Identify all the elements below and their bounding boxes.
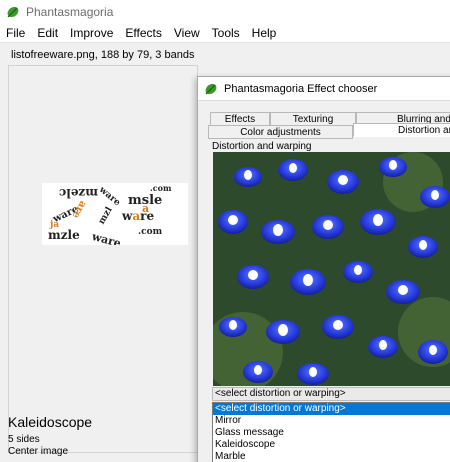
svg-text:.com: .com — [138, 227, 163, 237]
svg-text:.com: .com — [150, 183, 172, 193]
svg-text:a: a — [142, 202, 149, 215]
svg-text:ware: ware — [121, 209, 154, 223]
menu-bar: File Edit Improve Effects View Tools Hel… — [0, 24, 450, 42]
effect-param-center: Center image — [8, 446, 69, 457]
menu-view[interactable]: View — [168, 26, 206, 40]
effect-param-sides: 5 sides — [8, 434, 40, 445]
tab-texturing[interactable]: Texturing — [270, 112, 356, 126]
leaf-icon — [6, 5, 20, 19]
effect-preview-image — [213, 152, 450, 386]
effect-chooser-dialog: Phantasmagoria Effect chooser Effects Te… — [197, 76, 450, 462]
distortion-dropdown-list: <select distortion or warping> Mirror Gl… — [212, 402, 450, 462]
menu-file[interactable]: File — [0, 26, 31, 40]
window-title: Phantasmagoria — [26, 5, 114, 19]
dialog-title-bar[interactable]: Phantasmagoria Effect chooser — [198, 77, 450, 101]
tab-color-adjustments[interactable]: Color adjustments — [208, 125, 353, 139]
effect-name: Kaleidoscope — [8, 414, 93, 430]
dropdown-option-kaleidoscope[interactable]: Kaleidoscope — [213, 439, 450, 451]
dropdown-option-mirror[interactable]: Mirror — [213, 415, 450, 427]
leaf-icon — [204, 82, 218, 96]
dropdown-option-marble[interactable]: Marble — [213, 451, 450, 462]
menu-improve[interactable]: Improve — [64, 26, 119, 40]
image-view: mzelc ware msle ware mzl ware mzle ware … — [8, 65, 198, 453]
menu-help[interactable]: Help — [246, 26, 283, 40]
dropdown-option-placeholder[interactable]: <select distortion or warping> — [213, 403, 450, 415]
tab-effects[interactable]: Effects — [210, 112, 270, 126]
image-caption: listofreeware.png, 188 by 79, 3 bands — [11, 49, 195, 61]
svg-text:mzle: mzle — [48, 228, 80, 242]
main-title-bar[interactable]: Phantasmagoria — [0, 0, 450, 24]
svg-text:ja: ja — [49, 220, 59, 230]
distortion-select[interactable]: <select distortion or warping> — [212, 387, 450, 401]
svg-text:mzelc: mzelc — [59, 186, 98, 200]
menu-tools[interactable]: Tools — [206, 26, 246, 40]
tab-distortion[interactable]: Distortion and — [353, 123, 450, 137]
menu-edit[interactable]: Edit — [31, 26, 64, 40]
menu-effects[interactable]: Effects — [119, 26, 167, 40]
dropdown-option-glass-message[interactable]: Glass message — [213, 427, 450, 439]
kaleidoscope-image: mzelc ware msle ware mzl ware mzle ware … — [42, 183, 188, 245]
dialog-title: Phantasmagoria Effect chooser — [224, 82, 378, 95]
group-label: Distortion and warping — [212, 141, 312, 152]
